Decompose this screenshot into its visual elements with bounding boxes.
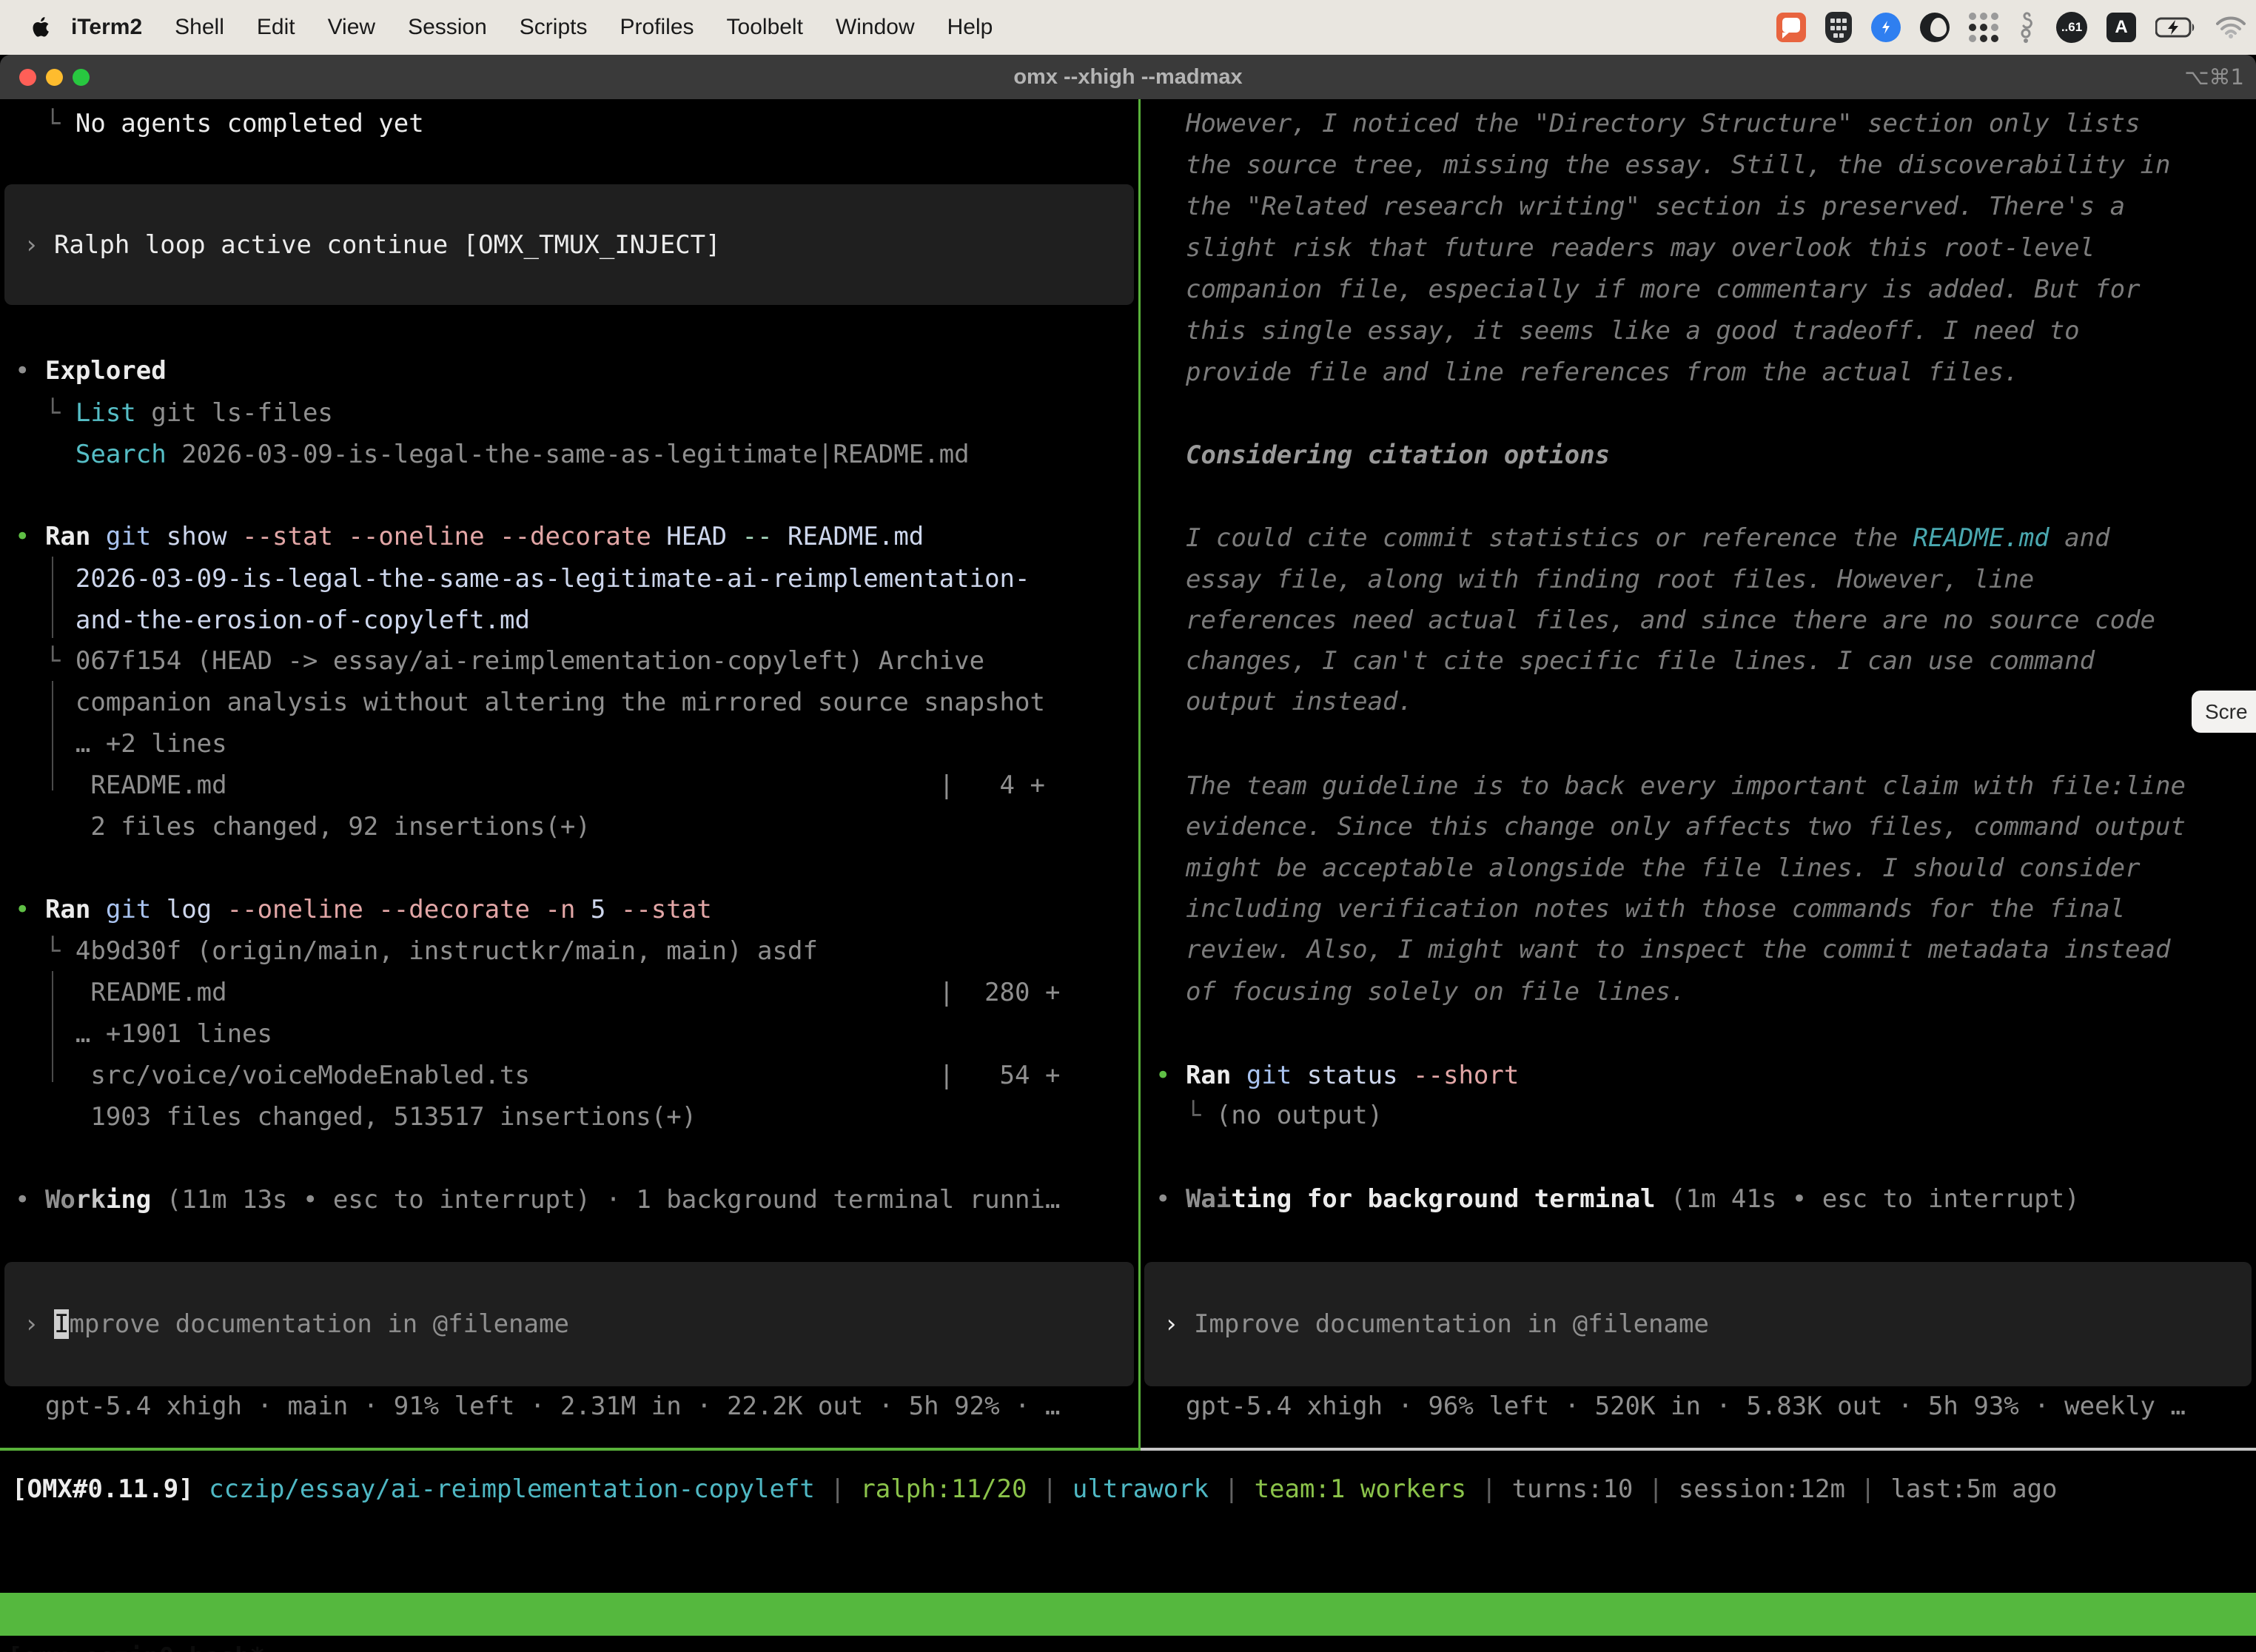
no-output-line: └ (no output) [1141,1095,2256,1136]
command-wrap-line: 2026-03-09-is-legal-the-same-as-legitima… [0,558,1138,600]
menu-status-icons: ..61 A [1776,0,2246,55]
reasoning-line: I could cite commit statistics or refere… [1141,517,2256,559]
title-bar: omx --xhigh --madmax ⌥⌘1 [0,55,2256,100]
contrast-moon-icon[interactable] [1920,13,1950,42]
no-agents-line: └ No agents completed yet [0,103,1138,144]
screen: iTerm2 Shell Edit View Session Scripts P… [0,0,2256,1652]
dots-grid-icon[interactable] [1969,13,1998,42]
session-stats-line: gpt-5.4 xhigh · 96% left · 520K in · 5.8… [1141,1386,2256,1427]
ran-git-status-line: • Ran git status --short [1141,1055,2256,1096]
menu-item-window[interactable]: Window [819,15,931,40]
keypad-shield-icon[interactable] [1825,12,1852,43]
menu-item-view[interactable]: View [312,15,392,40]
hook-person-icon[interactable] [2018,11,2037,44]
prompt-input[interactable]: › Improve documentation in @filename [1144,1262,2252,1386]
reasoning-line: changes, I can't cite specific file line… [1141,640,2256,682]
reasoning-line: might be acceptable alongside the file l… [1141,847,2256,889]
iterm-window: omx --xhigh --madmax ⌥⌘1 └ No agents com… [0,55,2256,1652]
working-status-line: • Working (11m 13s • esc to interrupt) ·… [0,1179,1138,1220]
battery-percent-icon[interactable]: ..61 [2056,12,2087,43]
reasoning-line: the source tree, missing the essay. Stil… [1141,144,2256,186]
git-output-line: └ 067f154 (HEAD -> essay/ai-reimplementa… [0,640,1138,682]
reasoning-line: evidence. Since this change only affects… [1141,806,2256,847]
git-output-line: … +2 lines [0,723,1138,765]
git-output-line: 2 files changed, 92 insertions(+) [0,806,1138,847]
session-stats-line: gpt-5.4 xhigh · main · 91% left · 2.31M … [0,1386,1138,1427]
reasoning-line: The team guideline is to back every impo… [1141,765,2256,807]
left-pane-bottom-border [0,1448,1138,1451]
menu-item-edit[interactable]: Edit [241,15,312,40]
terminal-content: └ No agents completed yet › Ralph loop a… [0,99,2256,1449]
reasoning-line: output instead. [1141,681,2256,722]
reasoning-line: review. Also, I might want to inspect th… [1141,929,2256,970]
reasoning-line: references need actual files, and since … [1141,600,2256,641]
menu-item-scripts[interactable]: Scripts [503,15,604,40]
right-pane-bottom-border [1141,1448,2256,1451]
command-wrap-line: and-the-erosion-of-copyleft.md [0,600,1138,641]
menu-bar: iTerm2 Shell Edit View Session Scripts P… [0,0,2256,55]
tmux-status-bar: [omx-cczip0:bash* "MacBook-Pro-44.local"… [0,1593,2256,1636]
reasoning-line: slight risk that future readers may over… [1141,227,2256,269]
reasoning-line: of focusing solely on file lines. [1141,971,2256,1013]
apple-menu-icon[interactable] [33,16,52,38]
inject-banner: › Ralph loop active continue [OMX_TMUX_I… [4,184,1134,305]
menu-item-iterm2[interactable]: iTerm2 [52,15,158,40]
reasoning-line: provide file and line references from th… [1141,352,2256,393]
explored-header: • Explored [0,350,1138,392]
screen-share-pill[interactable]: Scre [2192,691,2256,733]
reasoning-line: this single essay, it seems like a good … [1141,310,2256,352]
git-output-line: 1903 files changed, 513517 insertions(+) [0,1096,1138,1138]
left-pane[interactable]: └ No agents completed yet › Ralph loop a… [0,99,1138,1449]
reasoning-line: the "Related research writing" section i… [1141,186,2256,227]
omx-status-bar: [OMX#0.11.9] cczip/essay/ai-reimplementa… [12,1468,2058,1510]
menu-item-toolbelt[interactable]: Toolbelt [711,15,819,40]
git-output-line: src/voice/voiceModeEnabled.ts | 54 + [0,1055,1138,1096]
reasoning-line: However, I noticed the "Directory Struct… [1141,103,2256,144]
explored-search-line: Search 2026-03-09-is-legal-the-same-as-l… [0,434,1138,475]
wifi-icon[interactable] [2216,16,2246,38]
git-output-line: README.md | 4 + [0,765,1138,806]
blue-badge-icon[interactable] [1871,13,1901,42]
right-pane[interactable]: However, I noticed the "Directory Struct… [1141,99,2256,1449]
menu-item-shell[interactable]: Shell [158,15,241,40]
prompt-input[interactable]: › Improve documentation in @filename [4,1262,1134,1386]
window-title: omx --xhigh --madmax [0,55,2256,99]
reasoning-line: including verification notes with those … [1141,888,2256,930]
input-source-icon[interactable]: A [2106,13,2136,42]
reasoning-heading: Considering citation options [1141,434,2256,476]
waiting-status-line: • Waiting for background terminal (1m 41… [1141,1178,2256,1220]
reasoning-line: companion file, especially if more comme… [1141,269,2256,310]
git-output-line: … +1901 lines [0,1013,1138,1055]
menu-item-profiles[interactable]: Profiles [603,15,710,40]
menu-item-help[interactable]: Help [931,15,1010,40]
ran-git-log-line: • Ran git log --oneline --decorate -n 5 … [0,889,1138,930]
reasoning-line: essay file, along with finding root file… [1141,559,2256,600]
explored-list-line: └ List git ls-files [0,392,1138,434]
window-shortcut-badge: ⌥⌘1 [2184,55,2244,99]
screen-share-icon[interactable] [1776,13,1806,42]
ran-git-show-line: • Ran git show --stat --oneline --decora… [0,516,1138,557]
git-output-line: companion analysis without altering the … [0,682,1138,723]
tmux-window-name[interactable]: [omx-cczip0:bash* [7,1636,265,1652]
menu-item-session[interactable]: Session [392,15,503,40]
battery-icon[interactable] [2155,16,2197,38]
git-output-line: README.md | 280 + [0,972,1138,1013]
git-output-line: └ 4b9d30f (origin/main, instructkr/main,… [0,930,1138,972]
